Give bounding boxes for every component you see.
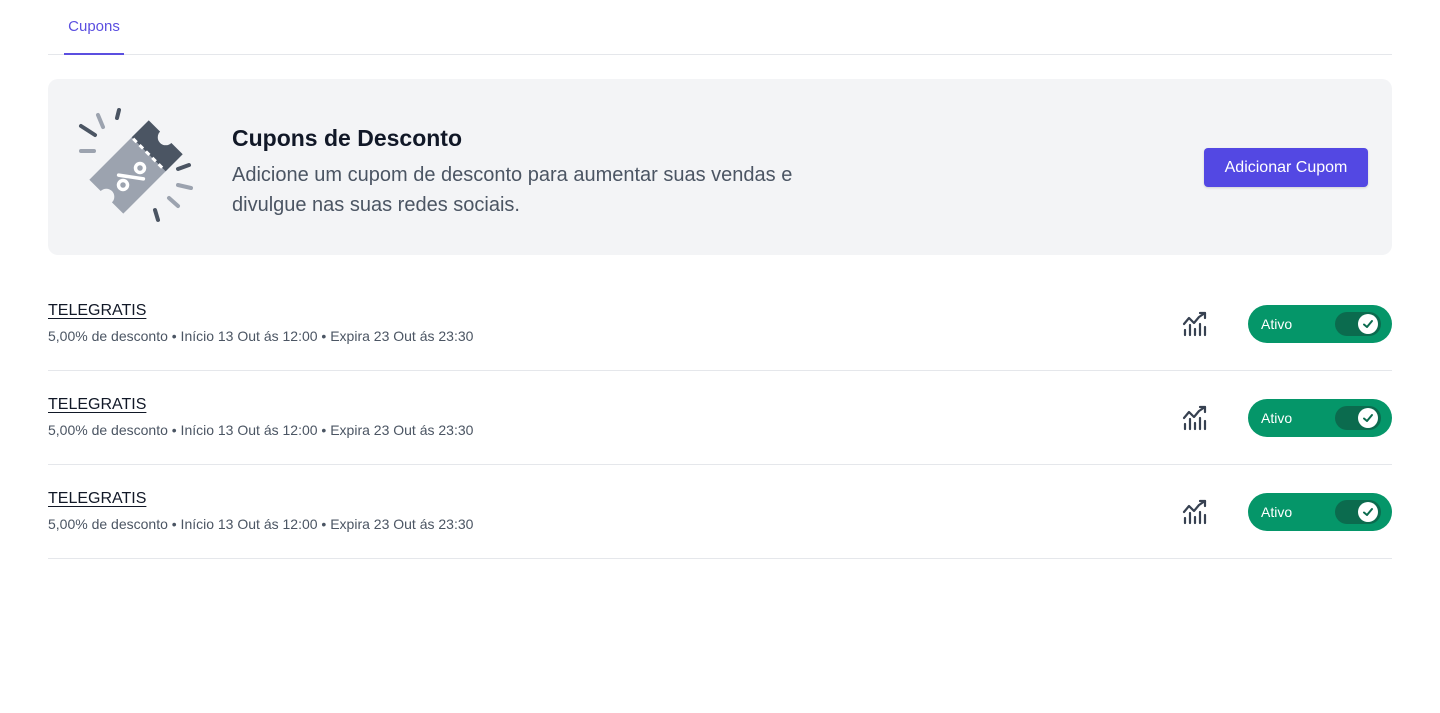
chart-trend-icon[interactable] [1181,310,1209,338]
check-icon [1363,414,1373,422]
coupon-code[interactable]: TELEGRATIS [48,302,146,320]
coupon-details: 5,00% de desconto • Início 13 Out ás 12:… [48,516,474,532]
toggle-knob [1358,314,1378,334]
tab-bar: Cupons [48,0,1392,55]
coupon-list: TELEGRATIS 5,00% de desconto • Início 13… [48,277,1392,559]
coupon-details: 5,00% de desconto • Início 13 Out ás 12:… [48,328,474,344]
coupon-row: TELEGRATIS 5,00% de desconto • Início 13… [48,277,1392,371]
coupon-details: 5,00% de desconto • Início 13 Out ás 12:… [48,422,474,438]
toggle-knob [1358,502,1378,522]
chart-trend-icon[interactable] [1181,404,1209,432]
chart-trend-icon[interactable] [1181,498,1209,526]
page: Cupons Cupons de Desconto Adicione um cu… [48,0,1392,559]
status-label: Ativo [1261,410,1293,426]
toggle-switch[interactable] [1335,406,1381,430]
coupon-row: TELEGRATIS 5,00% de desconto • Início 13… [48,371,1392,465]
discount-ticket-icon [79,108,193,222]
tab-cupons[interactable]: Cupons [64,0,124,55]
status-label: Ativo [1261,504,1293,520]
coupon-banner: Cupons de Desconto Adicione um cupom de … [48,79,1392,255]
check-icon [1363,320,1373,328]
coupon-row: TELEGRATIS 5,00% de desconto • Início 13… [48,465,1392,559]
coupon-code[interactable]: TELEGRATIS [48,396,146,414]
toggle-switch[interactable] [1335,500,1381,524]
banner-description: Adicione um cupom de desconto para aumen… [232,164,793,216]
status-toggle[interactable]: Ativo [1248,305,1392,343]
status-toggle[interactable]: Ativo [1248,493,1392,531]
status-label: Ativo [1261,316,1293,332]
add-coupon-button[interactable]: Adicionar Cupom [1204,148,1368,187]
toggle-switch[interactable] [1335,312,1381,336]
coupon-code[interactable]: TELEGRATIS [48,490,146,508]
status-toggle[interactable]: Ativo [1248,399,1392,437]
toggle-knob [1358,408,1378,428]
banner-title: Cupons de Desconto [232,125,463,151]
check-icon [1363,508,1373,516]
